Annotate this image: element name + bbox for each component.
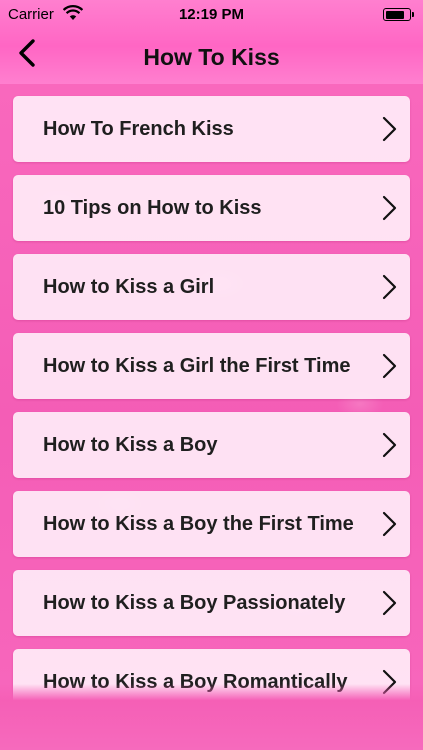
list-item[interactable]: How to Kiss a Girl the First Time [13,333,410,399]
chevron-right-icon [382,195,397,221]
list-item[interactable]: How to Kiss a Boy the First Time [13,491,410,557]
battery-icon [383,8,414,21]
list-item-label: How to Kiss a Boy Passionately [43,592,346,614]
list-item-label: 10 Tips on How to Kiss [43,197,262,219]
chevron-right-icon [382,116,397,142]
list-item-label: How to Kiss a Boy [43,434,218,456]
list-item[interactable]: How to Kiss a Boy Passionately [13,570,410,636]
status-bar: Carrier 12:19 PM [0,0,423,30]
bottom-fade [0,684,423,750]
status-time: 12:19 PM [178,6,245,23]
chevron-right-icon [382,274,397,300]
top-bar: Carrier 12:19 PM How To Kiss [0,0,423,84]
list-item[interactable]: 10 Tips on How to Kiss [13,175,410,241]
list-item-label: How to Kiss a Girl the First Time [43,355,351,377]
list-item[interactable]: How to Kiss a Boy [13,412,410,478]
list-item-label: How To French Kiss [43,118,234,140]
battery-fill [385,10,405,19]
list-item[interactable]: How to Kiss a Girl [13,254,410,320]
chevron-right-icon [382,353,397,379]
list-item-label: How to Kiss a Girl [43,276,215,298]
chevron-right-icon [382,432,397,458]
list-item[interactable]: How To French Kiss [13,96,410,162]
chevron-right-icon [382,590,397,616]
content-area[interactable]: How To French Kiss 10 Tips on How to Kiss… [0,84,423,750]
chevron-right-icon [382,511,397,537]
list-item-label: How to Kiss a Boy the First Time [43,513,354,535]
page-title: How To Kiss [143,44,280,70]
